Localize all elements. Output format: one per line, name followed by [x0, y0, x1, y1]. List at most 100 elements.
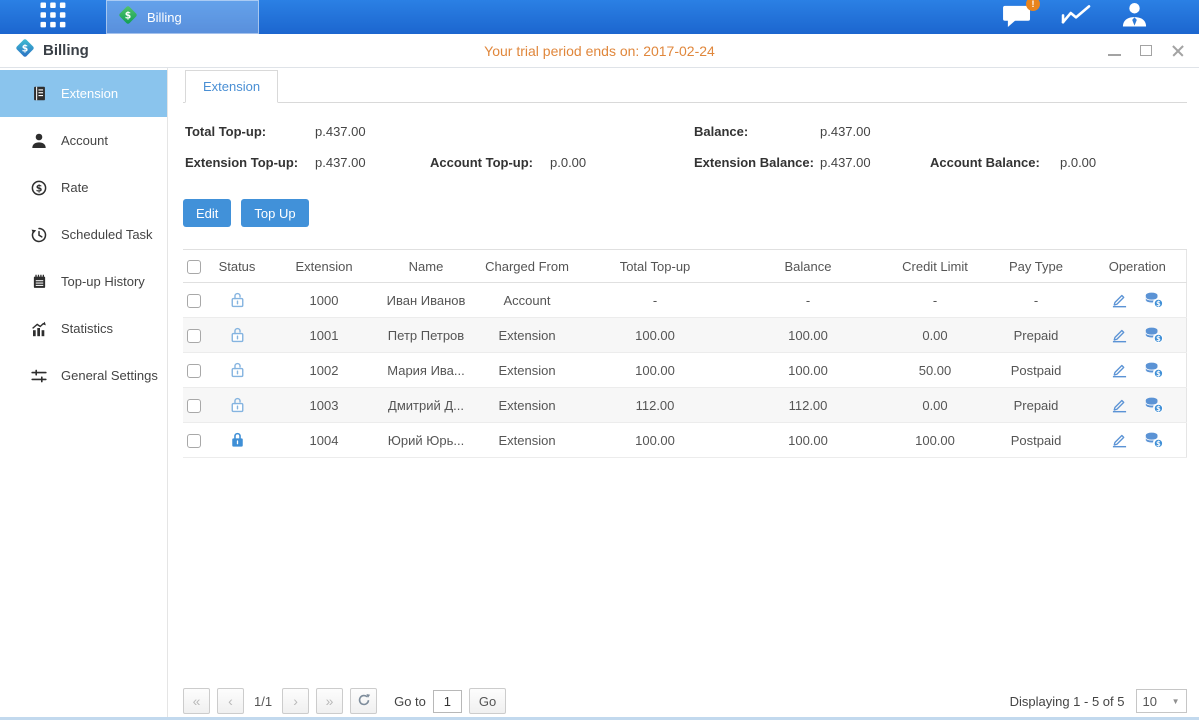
svg-text:$: $ [1156, 370, 1161, 378]
sidebar-item-label: Account [61, 133, 108, 148]
cell-total-topup: 100.00 [581, 353, 729, 388]
column-header-operation: Operation [1089, 250, 1186, 283]
balance-summary: Total Top-up: p.437.00 Balance: p.437.00… [183, 116, 1187, 178]
first-page-button[interactable]: « [183, 688, 210, 714]
unlocked-icon[interactable] [230, 396, 245, 414]
sidebar-item-rate[interactable]: $Rate [0, 164, 167, 211]
unlocked-icon[interactable] [230, 361, 245, 379]
edit-row-icon[interactable] [1111, 362, 1128, 378]
cell-charged-from: Account [473, 283, 581, 318]
svg-text:$: $ [1156, 335, 1161, 343]
top-up-button[interactable]: Top Up [241, 199, 308, 227]
cell-credit-limit: 0.00 [887, 388, 983, 423]
extension-topup-value: p.437.00 [315, 155, 430, 170]
goto-page-input[interactable] [433, 690, 462, 713]
topup-row-icon[interactable]: $ [1144, 327, 1164, 343]
topbar: $ Billing ! [0, 0, 1199, 34]
svg-text:$: $ [125, 10, 131, 21]
close-icon[interactable] [1171, 44, 1185, 58]
cell-total-topup: 112.00 [581, 388, 729, 423]
cell-pay-type: Postpaid [983, 353, 1089, 388]
history-clock-icon [30, 227, 48, 243]
sidebar-item-scheduled-task[interactable]: Scheduled Task [0, 211, 167, 258]
account-topup-value: p.0.00 [550, 155, 694, 170]
row-checkbox[interactable] [187, 329, 201, 343]
cell-balance: 100.00 [729, 353, 887, 388]
cell-charged-from: Extension [473, 353, 581, 388]
statistics-button[interactable] [1060, 2, 1093, 32]
bar-chart-icon [30, 321, 48, 337]
unlocked-icon[interactable] [230, 291, 245, 309]
last-page-button[interactable]: » [316, 688, 343, 714]
unlocked-icon[interactable] [230, 326, 245, 344]
titlebar: $ Billing Your trial period ends on: 201… [0, 34, 1199, 68]
row-checkbox[interactable] [187, 364, 201, 378]
edit-row-icon[interactable] [1111, 432, 1128, 448]
messages-button[interactable]: ! [1002, 2, 1033, 33]
apps-grid-icon [38, 0, 68, 35]
sidebar-item-general-settings[interactable]: General Settings [0, 352, 167, 399]
cell-credit-limit: 50.00 [887, 353, 983, 388]
apps-grid-button[interactable] [0, 0, 106, 34]
billing-app-tab-label: Billing [147, 10, 182, 25]
window-title: Billing [43, 42, 89, 59]
sidebar-item-account[interactable]: Account [0, 117, 167, 164]
user-account-button[interactable] [1120, 1, 1149, 33]
edit-row-icon[interactable] [1111, 292, 1128, 308]
maximize-icon[interactable] [1139, 44, 1153, 58]
account-balance-label: Account Balance: [930, 155, 1060, 170]
topup-row-icon[interactable]: $ [1144, 432, 1164, 448]
billing-app-tab[interactable]: $ Billing [106, 0, 259, 34]
person-icon [30, 133, 48, 149]
row-checkbox[interactable] [187, 399, 201, 413]
edit-button[interactable]: Edit [183, 199, 231, 227]
transfer-arrows-icon [30, 368, 48, 384]
edit-row-icon[interactable] [1111, 397, 1128, 413]
balance-value: p.437.00 [820, 124, 930, 139]
select-all-checkbox[interactable] [187, 260, 201, 274]
cell-name: Юрий Юрь... [379, 423, 473, 458]
topup-row-icon[interactable]: $ [1144, 292, 1164, 308]
next-page-button[interactable]: › [282, 688, 309, 714]
locked-icon[interactable] [230, 431, 245, 449]
extensions-table-wrap: StatusExtensionNameCharged FromTotal Top… [183, 249, 1187, 458]
sidebar-item-label: Top-up History [61, 274, 145, 289]
billing-diamond-icon: $ [117, 4, 139, 31]
pagination: « ‹ 1/1 › » Go to Go Display [183, 688, 1187, 714]
tab-extension[interactable]: Extension [185, 70, 278, 103]
topup-row-icon[interactable]: $ [1144, 362, 1164, 378]
sidebar-item-statistics[interactable]: Statistics [0, 305, 167, 352]
row-checkbox[interactable] [187, 434, 201, 448]
column-header-balance: Balance [729, 250, 887, 283]
sidebar-item-label: General Settings [61, 368, 158, 383]
prev-page-button[interactable]: ‹ [217, 688, 244, 714]
window-controls [1107, 44, 1185, 58]
extension-balance-value: p.437.00 [820, 155, 930, 170]
cell-name: Мария Ива... [379, 353, 473, 388]
cell-pay-type: Prepaid [983, 318, 1089, 353]
sidebar-item-extension[interactable]: Extension [0, 70, 167, 117]
edit-row-icon[interactable] [1111, 327, 1128, 343]
page-indicator: 1/1 [254, 694, 272, 709]
refresh-button[interactable] [350, 688, 377, 714]
svg-text:$: $ [36, 183, 43, 194]
table-row-1000: 1000Иван ИвановAccount----$ [183, 283, 1186, 318]
sidebar-item-topup-history[interactable]: Top-up History [0, 258, 167, 305]
cell-extension: 1003 [269, 388, 379, 423]
total-topup-value: p.437.00 [315, 124, 430, 139]
sidebar-item-label: Scheduled Task [61, 227, 153, 242]
minimize-icon[interactable] [1107, 44, 1121, 58]
page-size-select[interactable]: 10 ▼ [1136, 689, 1187, 713]
account-topup-label: Account Top-up: [430, 155, 550, 170]
notebook-icon [30, 274, 48, 289]
row-checkbox[interactable] [187, 294, 201, 308]
go-button[interactable]: Go [469, 688, 506, 714]
topup-row-icon[interactable]: $ [1144, 397, 1164, 413]
column-header-extension: Extension [269, 250, 379, 283]
extension-balance-label: Extension Balance: [694, 155, 820, 170]
table-row-1001: 1001Петр ПетровExtension100.00100.000.00… [183, 318, 1186, 353]
user-icon [1120, 1, 1149, 33]
extensions-table: StatusExtensionNameCharged FromTotal Top… [183, 249, 1187, 458]
billing-title-diamond-icon: $ [14, 37, 36, 64]
cell-name: Дмитрий Д... [379, 388, 473, 423]
